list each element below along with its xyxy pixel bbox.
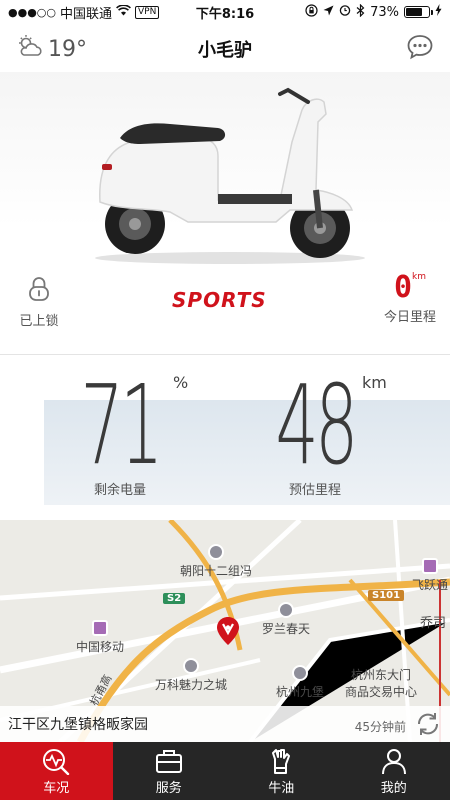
stats-panel: 71 % 剩余电量 48 km 预估里程 xyxy=(0,355,450,520)
battery-percent: 73% xyxy=(370,4,399,20)
tab-vehicle-status[interactable]: 车况 xyxy=(0,742,113,800)
home-icon xyxy=(292,665,308,681)
tab-profile[interactable]: 我的 xyxy=(338,742,450,800)
tab-service[interactable]: 服务 xyxy=(113,742,226,800)
home-icon xyxy=(208,544,224,560)
tab-label: 我的 xyxy=(380,780,407,796)
status-search-icon xyxy=(43,748,70,775)
address-bar[interactable]: 江干区九堡镇格畈家园 45分钟前 xyxy=(0,706,450,742)
tab-label: 牛油 xyxy=(268,780,295,796)
lock-status-label: 已上锁 xyxy=(19,314,59,329)
battery-fill xyxy=(406,8,423,16)
map-poi[interactable]: 飞跃通 xyxy=(412,558,448,593)
battery-unit: % xyxy=(173,373,189,392)
chat-bubble-icon xyxy=(407,35,433,60)
road-s2-tag: S2 xyxy=(163,593,186,604)
carrier-name: 中国联通 xyxy=(60,6,113,22)
tab-label: 车况 xyxy=(43,780,70,796)
map-poi-label: 罗兰春天 xyxy=(262,622,311,636)
shopping-bag-icon xyxy=(92,620,108,636)
today-mileage-value: 0 xyxy=(393,270,413,305)
glove-icon xyxy=(272,748,291,774)
map-poi-label: 中国移动 xyxy=(76,640,125,654)
map-pin-icon xyxy=(217,617,239,645)
page-title: 小毛驴 xyxy=(198,40,252,61)
map-poi-label: 商品交易中心 xyxy=(345,685,418,699)
location-updated-time: 45分钟前 xyxy=(354,720,406,734)
tab-bar: 车况 服务 牛油 我的 xyxy=(0,742,450,800)
battery-value: 71 xyxy=(80,361,163,489)
current-address: 江干区九堡镇格畈家园 xyxy=(8,717,148,733)
map-poi-label: 飞跃通 xyxy=(412,578,449,592)
range-stat: 48 km 预估里程 xyxy=(240,365,390,498)
shopping-bag-icon xyxy=(422,558,438,574)
map-poi-label: 朝阳十二组冯 xyxy=(180,564,253,578)
today-mileage: 0km 今日里程 xyxy=(383,270,436,326)
map-poi[interactable]: 乔司 xyxy=(420,612,446,631)
rotation-lock-icon xyxy=(305,3,318,21)
wifi-icon xyxy=(116,3,131,20)
scooter-image xyxy=(95,87,365,264)
ride-mode-badge[interactable]: SPORTS xyxy=(172,288,267,312)
status-bar: ●●●○○ 中国联通 VPN 下午8:16 73% xyxy=(0,0,450,24)
location-arrow-icon xyxy=(323,5,334,20)
map-poi[interactable]: 中国移动 xyxy=(76,620,124,655)
tab-community[interactable]: 牛油 xyxy=(225,742,338,800)
battery-stat: 71 % 剩余电量 xyxy=(45,365,195,498)
toolbox-icon xyxy=(155,749,182,773)
battery-icon xyxy=(404,6,433,18)
map-poi-label: 万科魅力之城 xyxy=(155,678,228,692)
map-poi[interactable]: 万科魅力之城 xyxy=(155,658,227,693)
padlock-icon xyxy=(29,277,49,301)
app-header: 19° 小毛驴 xyxy=(0,26,450,72)
alarm-icon xyxy=(339,4,351,20)
map-poi[interactable]: 罗兰春天 xyxy=(262,602,310,637)
lock-status[interactable]: 已上锁 xyxy=(14,276,64,329)
refresh-icon xyxy=(417,713,439,735)
range-value: 48 xyxy=(275,361,358,489)
today-mileage-unit: km xyxy=(412,272,427,282)
map-poi[interactable]: 朝阳十二组冯 xyxy=(180,544,252,579)
bluetooth-icon xyxy=(356,3,365,21)
vehicle-location-pin[interactable] xyxy=(216,616,240,650)
map-poi-label: 杭州东大门 xyxy=(351,668,412,682)
map-poi-label: 乔司 xyxy=(420,616,447,631)
message-button[interactable] xyxy=(406,34,434,64)
refresh-button[interactable] xyxy=(414,710,442,742)
home-icon xyxy=(183,658,199,674)
charging-icon xyxy=(435,4,442,20)
map-poi-label: 杭州九堡 xyxy=(276,685,325,699)
map-poi[interactable]: 杭州九堡 xyxy=(276,665,324,700)
user-icon xyxy=(381,748,406,774)
home-icon xyxy=(278,602,294,618)
range-unit: km xyxy=(362,373,387,392)
vpn-badge: VPN xyxy=(135,5,160,19)
signal-strength: ●●●○○ xyxy=(8,5,56,19)
road-s101-tag: S101 xyxy=(368,590,405,601)
map-poi[interactable]: 杭州东大门 商品交易中心 xyxy=(345,666,417,700)
tab-label: 服务 xyxy=(155,780,182,796)
scooter-hero: 已上锁 SPORTS 0km 今日里程 xyxy=(0,72,450,354)
today-mileage-label: 今日里程 xyxy=(383,310,436,325)
